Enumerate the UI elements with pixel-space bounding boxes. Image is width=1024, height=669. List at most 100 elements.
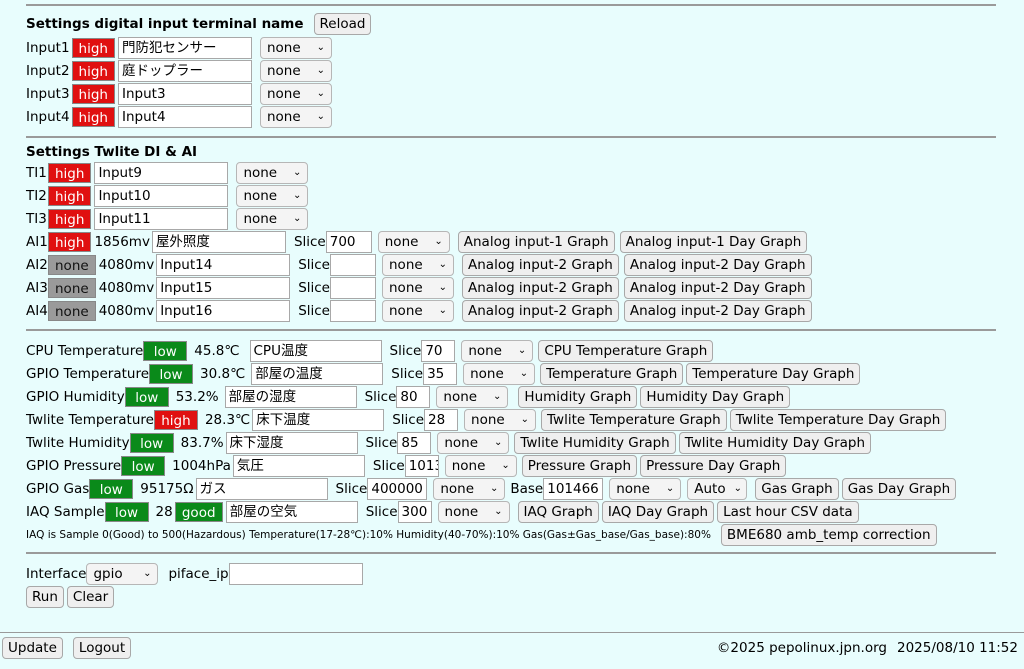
day-graph-button[interactable]: Pressure Day Graph xyxy=(640,455,787,477)
name-field[interactable]: 庭ドップラー xyxy=(117,60,252,82)
action-select[interactable]: none ⌄ xyxy=(382,254,454,276)
action-select[interactable]: none ⌄ xyxy=(259,83,332,105)
action-select[interactable]: none ⌄ xyxy=(236,162,309,184)
graph-button[interactable]: IAQ Graph xyxy=(517,501,599,523)
graph-button[interactable]: Pressure Graph xyxy=(521,455,638,477)
update-button[interactable]: Update xyxy=(2,637,63,659)
graph-button[interactable]: Humidity Graph xyxy=(518,386,638,408)
action-select[interactable]: none ⌄ xyxy=(259,37,332,59)
day-graph-button[interactable]: Analog input-1 Day Graph xyxy=(619,231,808,253)
slice-field[interactable]: 28 xyxy=(424,409,459,431)
sensor-row-gpio-pressure: GPIO Pressure low 1004hPa 気圧 Slice 1013 … xyxy=(26,455,787,477)
name-field[interactable]: 部屋の空気 xyxy=(225,501,358,523)
slice-label: Slice xyxy=(298,303,330,319)
graph-button[interactable]: Twlite Temperature Graph xyxy=(541,409,727,431)
name-field[interactable]: ガス xyxy=(195,478,328,500)
action-select[interactable]: none ⌄ xyxy=(464,409,537,431)
slice-field[interactable]: 1013 xyxy=(404,455,439,477)
action-select[interactable]: none ⌄ xyxy=(444,455,517,477)
action-select[interactable]: none ⌄ xyxy=(377,231,450,253)
graph-button[interactable]: Analog input-1 Graph xyxy=(457,231,615,253)
day-graph-button[interactable]: IAQ Day Graph xyxy=(601,501,715,523)
divider xyxy=(26,136,996,138)
graph-button[interactable]: Gas Graph xyxy=(755,478,839,500)
run-button[interactable]: Run xyxy=(26,586,64,608)
graph-button[interactable]: Temperature Graph xyxy=(540,363,684,385)
csv-button[interactable]: Last hour CSV data xyxy=(717,501,859,523)
slice-field[interactable]: 80 xyxy=(396,386,431,408)
name-field[interactable]: 門防犯センサー xyxy=(117,37,252,59)
name-field[interactable]: 屋外照度 xyxy=(151,231,286,253)
action-select[interactable]: none ⌄ xyxy=(463,363,536,385)
sensor-value: 53.2% xyxy=(175,389,219,405)
state-badge: high xyxy=(71,38,115,58)
action-select[interactable]: none ⌄ xyxy=(433,478,506,500)
name-field[interactable]: Input3 xyxy=(117,83,252,105)
action-select[interactable]: none ⌄ xyxy=(461,340,534,362)
interface-select[interactable]: gpio ⌄ xyxy=(86,563,159,585)
clear-button[interactable]: Clear xyxy=(66,586,115,608)
day-graph-button[interactable]: Analog input-2 Day Graph xyxy=(623,300,812,322)
name-field[interactable]: 気圧 xyxy=(232,455,365,477)
sensor-label: GPIO Gas xyxy=(26,481,90,497)
graph-button[interactable]: Analog input-2 Graph xyxy=(462,300,619,322)
auto-select[interactable]: Auto ⌄ xyxy=(687,478,748,500)
action-select[interactable]: none ⌄ xyxy=(236,208,309,230)
graph-button[interactable]: Twlite Humidity Graph xyxy=(514,432,676,454)
slice-field[interactable]: 700 xyxy=(325,231,372,253)
slice-field[interactable] xyxy=(330,300,376,322)
name-field[interactable]: Input15 xyxy=(156,277,291,299)
slice-field[interactable]: 70 xyxy=(421,340,456,362)
graph-button[interactable]: Analog input-2 Graph xyxy=(462,254,619,276)
chevron-down-icon: ⌄ xyxy=(438,305,447,316)
name-field[interactable]: 床下温度 xyxy=(252,409,385,431)
day-graph-button[interactable]: Humidity Day Graph xyxy=(640,386,791,408)
day-graph-button[interactable]: Temperature Day Graph xyxy=(686,363,861,385)
slice-field[interactable]: 400000 xyxy=(367,478,428,500)
base-select[interactable]: none ⌄ xyxy=(609,478,682,500)
day-graph-button[interactable]: Twlite Temperature Day Graph xyxy=(729,409,947,431)
name-field[interactable]: Input16 xyxy=(156,300,291,322)
action-select[interactable]: none ⌄ xyxy=(259,60,332,82)
name-field[interactable]: CPU温度 xyxy=(249,340,382,362)
sensor-value: 95175Ω xyxy=(140,481,194,497)
name-field[interactable]: 床下湿度 xyxy=(225,432,358,454)
action-select[interactable]: none ⌄ xyxy=(382,277,454,299)
slice-label: Slice xyxy=(335,481,368,497)
reload-button[interactable]: Reload xyxy=(313,13,372,35)
logout-button[interactable]: Logout xyxy=(72,637,132,659)
slice-field[interactable]: 300 xyxy=(397,501,432,523)
action-select[interactable]: none ⌄ xyxy=(382,300,454,322)
day-graph-button[interactable]: Analog input-2 Day Graph xyxy=(623,254,812,276)
action-select[interactable]: none ⌄ xyxy=(259,106,332,128)
day-graph-button[interactable]: Gas Day Graph xyxy=(841,478,957,500)
action-select[interactable]: none ⌄ xyxy=(437,501,510,523)
ti-row: TI1 high Input9 none ⌄ xyxy=(26,162,309,184)
day-graph-button[interactable]: Analog input-2 Day Graph xyxy=(623,277,812,299)
slice-field[interactable] xyxy=(330,254,376,276)
name-field[interactable]: Input10 xyxy=(94,185,229,207)
action-row: Run Clear xyxy=(26,586,115,608)
ai-row: AI3 none 4080mv Input15 Slice none ⌄ Anal… xyxy=(26,277,812,299)
name-field[interactable]: Input9 xyxy=(94,162,229,184)
name-field[interactable]: Input4 xyxy=(117,106,252,128)
slice-field[interactable]: 85 xyxy=(397,432,432,454)
name-field[interactable]: 部屋の湿度 xyxy=(224,386,357,408)
section2-title: Settings Twlite DI & AI xyxy=(26,144,198,160)
day-graph-button[interactable]: Twlite Humidity Day Graph xyxy=(678,432,872,454)
action-select[interactable]: none ⌄ xyxy=(436,386,509,408)
graph-button[interactable]: Analog input-2 Graph xyxy=(462,277,619,299)
state-badge: low xyxy=(143,341,188,361)
piface-ip-field[interactable] xyxy=(228,563,363,585)
bme680-correction-button[interactable]: BME680 amb_temp correction xyxy=(720,524,937,546)
slice-field[interactable]: 35 xyxy=(423,363,458,385)
slice-label: Slice xyxy=(364,389,397,405)
name-field[interactable]: Input14 xyxy=(156,254,291,276)
action-select[interactable]: none ⌄ xyxy=(437,432,510,454)
action-select[interactable]: none ⌄ xyxy=(236,185,309,207)
slice-field[interactable] xyxy=(330,277,376,299)
graph-button[interactable]: CPU Temperature Graph xyxy=(538,340,714,362)
name-field[interactable]: 部屋の温度 xyxy=(251,363,384,385)
name-field[interactable]: Input11 xyxy=(94,208,229,230)
base-field[interactable]: 101466 xyxy=(543,478,604,500)
